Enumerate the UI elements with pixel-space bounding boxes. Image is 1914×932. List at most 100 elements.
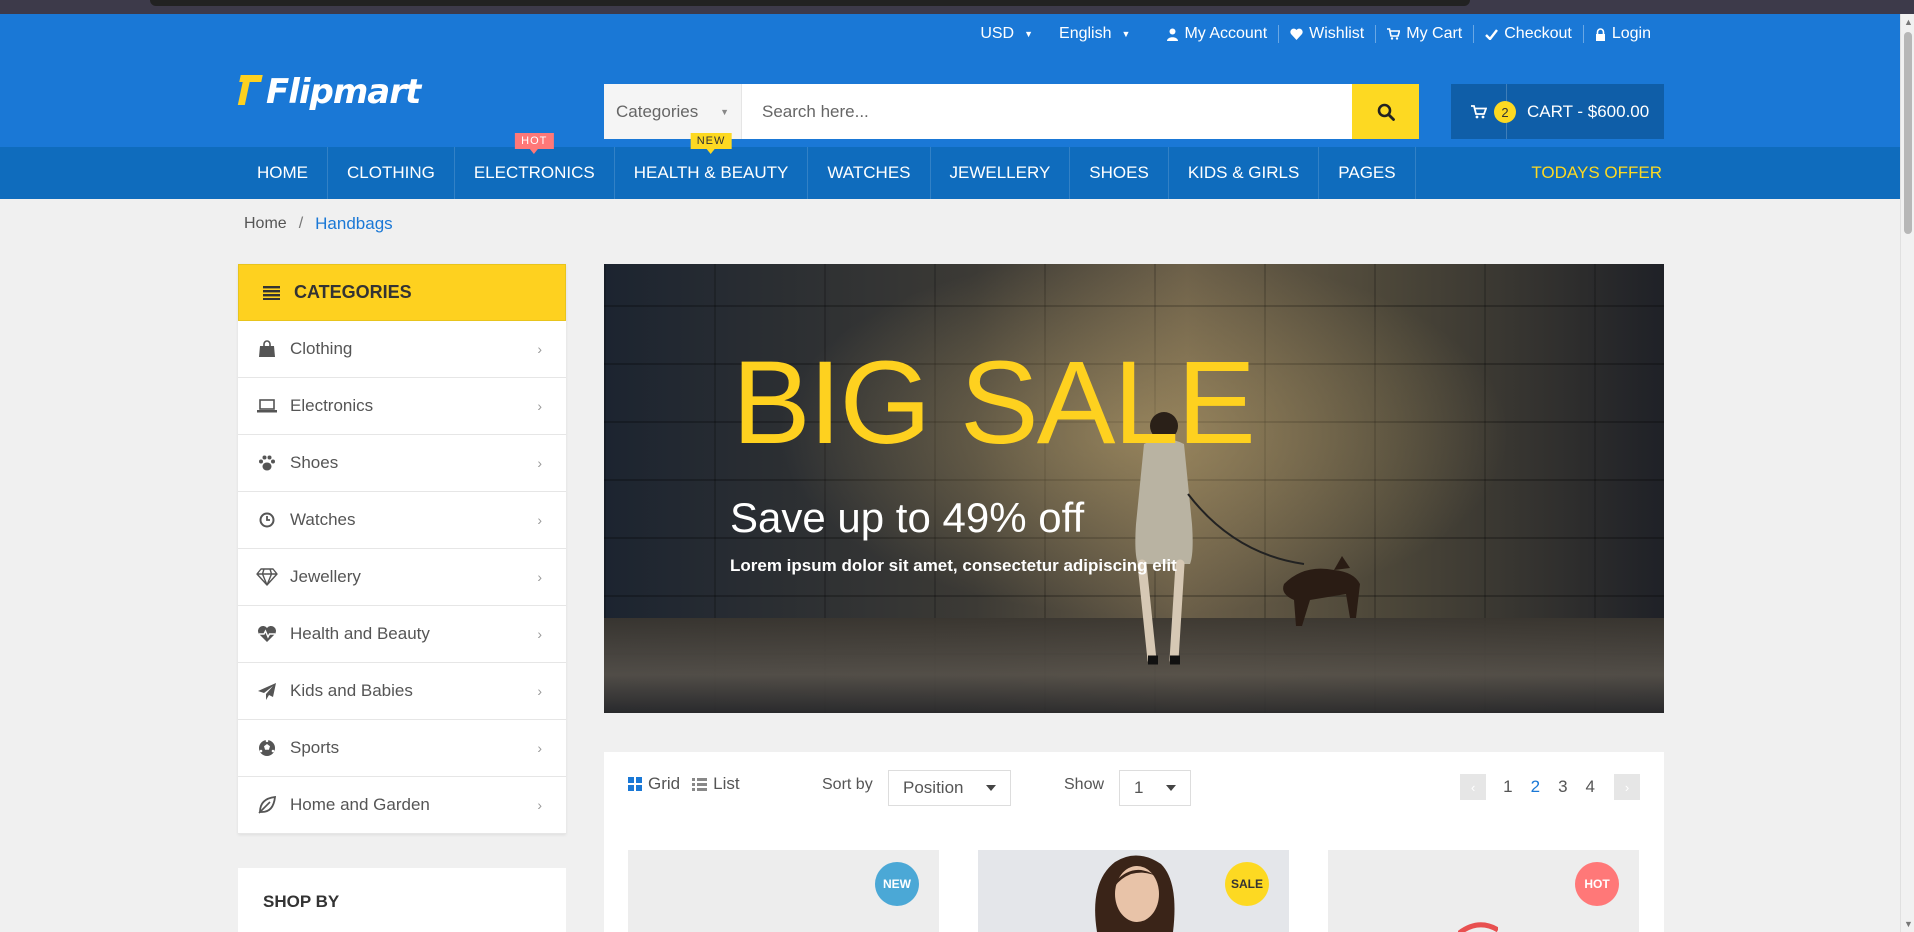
list-view-button[interactable]: List — [713, 774, 739, 794]
nav-item-kids-girls[interactable]: KIDS & GIRLS — [1169, 147, 1320, 199]
nav-item-home[interactable]: HOME — [238, 147, 328, 199]
product-card[interactable]: HOT — [1328, 850, 1639, 932]
nav-list: HOME CLOTHING HOT ELECTRONICS NEW HEALTH &… — [238, 133, 1416, 199]
breadcrumb: Home / Handbags — [244, 214, 393, 234]
sidebar-item-label: Jewellery — [290, 567, 361, 586]
category-dropdown[interactable]: Categories ▼ — [604, 84, 742, 139]
product-toolbar: Grid List Sort by Position Show 1 ‹ 1 2 … — [604, 752, 1664, 932]
clock-icon — [256, 512, 278, 528]
nav-item-label: HOME — [257, 163, 308, 182]
list-icon[interactable] — [692, 777, 708, 791]
laptop-icon — [256, 399, 278, 413]
nav-item-clothing[interactable]: CLOTHING — [328, 147, 455, 199]
grid-icon[interactable] — [628, 777, 642, 791]
sidebar-item-electronics[interactable]: Electronics › — [238, 378, 566, 435]
login-label: Login — [1611, 25, 1651, 42]
nav-item-electronics[interactable]: HOT ELECTRONICS — [455, 133, 615, 199]
chevron-right-icon: › — [537, 683, 542, 699]
grid-view-button[interactable]: Grid — [648, 774, 680, 794]
nav-item-jewellery[interactable]: JEWELLERY — [931, 147, 1071, 199]
show-select-value: 1 — [1134, 778, 1144, 797]
my-cart-link[interactable]: My Cart — [1375, 25, 1473, 43]
nav-item-shoes[interactable]: SHOES — [1070, 147, 1169, 199]
cart-summary-button[interactable]: 2 CART - $600.00 — [1451, 84, 1664, 139]
sidebar-item-label: Watches — [290, 510, 356, 529]
sidebar-item-kids-babies[interactable]: Kids and Babies › — [238, 663, 566, 720]
page-link[interactable]: 4 — [1586, 777, 1595, 797]
category-dropdown-value: Categories — [616, 101, 699, 121]
product-card[interactable]: SALE — [978, 850, 1289, 932]
scroll-up-icon[interactable]: ▲ — [1904, 17, 1913, 27]
show-select[interactable]: 1 — [1119, 770, 1191, 806]
banner-text: Lorem ipsum dolor sit amet, consectetur … — [730, 556, 1177, 575]
chevron-right-icon: › — [537, 341, 542, 357]
categories-header: CATEGORIES — [238, 264, 566, 321]
product-image-fragment — [1458, 922, 1498, 932]
todays-offer-link[interactable]: TODAYS OFFER — [1531, 147, 1662, 199]
shop-by-panel: SHOP BY — [238, 868, 566, 932]
page-scrollbar[interactable]: ▲ ▼ — [1900, 14, 1914, 932]
checkout-link[interactable]: Checkout — [1473, 25, 1583, 43]
hot-tag: HOT — [515, 133, 554, 154]
nav-item-watches[interactable]: WATCHES — [808, 147, 931, 199]
site-logo[interactable]: Flipmart — [238, 72, 421, 112]
wishlist-link[interactable]: Wishlist — [1278, 25, 1375, 43]
paw-icon — [256, 455, 278, 471]
chevron-right-icon: › — [537, 569, 542, 585]
next-page-button[interactable]: › — [1614, 774, 1640, 800]
nav-item-pages[interactable]: PAGES — [1319, 147, 1416, 199]
login-link[interactable]: Login — [1582, 25, 1662, 43]
check-icon — [1485, 28, 1499, 40]
prev-page-button[interactable]: ‹ — [1460, 774, 1487, 800]
search-input[interactable] — [742, 84, 1352, 139]
heart-icon — [1290, 28, 1303, 40]
currency-select[interactable]: USD ▼ — [980, 25, 1033, 43]
chevron-right-icon: › — [537, 455, 542, 471]
search-bar: Categories ▼ — [604, 84, 1419, 139]
chevron-right-icon: › — [537, 626, 542, 642]
sidebar-item-label: Clothing — [290, 339, 353, 358]
sidebar-item-shoes[interactable]: Shoes › — [238, 435, 566, 492]
scrollbar-thumb[interactable] — [1904, 32, 1912, 234]
sale-banner[interactable]: BIG SALE Save up to 49% off Lorem ipsum … — [604, 264, 1664, 713]
view-switcher: Grid List — [628, 774, 740, 794]
sidebar-item-label: Electronics — [290, 396, 374, 415]
paper-plane-icon — [256, 682, 278, 700]
sidebar-item-home-garden[interactable]: Home and Garden › — [238, 777, 566, 834]
my-account-link[interactable]: My Account — [1156, 25, 1278, 43]
sidebar-item-sports[interactable]: Sports › — [238, 720, 566, 777]
nav-item-health-beauty[interactable]: NEW HEALTH & BEAUTY — [615, 133, 809, 199]
breadcrumb-home-link[interactable]: Home — [244, 215, 287, 233]
pagination: ‹ 1 2 3 4 › — [1460, 774, 1640, 800]
language-select[interactable]: English ▼ — [1059, 25, 1130, 43]
categories-sidebar: CATEGORIES Clothing › Electronics › Shoe… — [238, 264, 566, 834]
page-link[interactable]: 3 — [1558, 777, 1567, 797]
search-button[interactable] — [1352, 84, 1419, 139]
chevron-right-icon: › — [537, 740, 542, 756]
product-card[interactable]: NEW — [628, 850, 939, 932]
new-badge: NEW — [875, 862, 919, 906]
sidebar-item-health-beauty[interactable]: Health and Beauty › — [238, 606, 566, 663]
nav-item-label: PAGES — [1338, 163, 1396, 182]
caret-down-icon: ▼ — [1024, 29, 1034, 39]
sidebar-item-watches[interactable]: Watches › — [238, 492, 566, 549]
caret-down-icon: ▼ — [1121, 29, 1131, 39]
banner-subhead: Save up to 49% off — [730, 494, 1085, 541]
sort-label: Sort by — [822, 776, 873, 793]
page-link-active[interactable]: 2 — [1531, 777, 1540, 797]
breadcrumb-separator: / — [298, 215, 304, 232]
sidebar-item-label: Health and Beauty — [290, 624, 430, 643]
sort-select[interactable]: Position — [888, 770, 1011, 806]
main-nav: HOME CLOTHING HOT ELECTRONICS NEW HEALTH &… — [0, 133, 1900, 199]
new-tag: NEW — [690, 133, 732, 154]
sort-select-value: Position — [903, 778, 964, 797]
scroll-down-icon[interactable]: ▼ — [1904, 919, 1913, 929]
caret-down-icon — [1166, 785, 1176, 791]
sidebar-item-jewellery[interactable]: Jewellery › — [238, 549, 566, 606]
diamond-icon — [256, 568, 278, 586]
sidebar-item-clothing[interactable]: Clothing › — [238, 321, 566, 378]
page-link[interactable]: 1 — [1503, 777, 1512, 797]
browser-tab-strip — [150, 0, 1470, 6]
nav-item-label: HEALTH & BEAUTY — [633, 163, 789, 182]
user-icon — [1167, 28, 1179, 41]
